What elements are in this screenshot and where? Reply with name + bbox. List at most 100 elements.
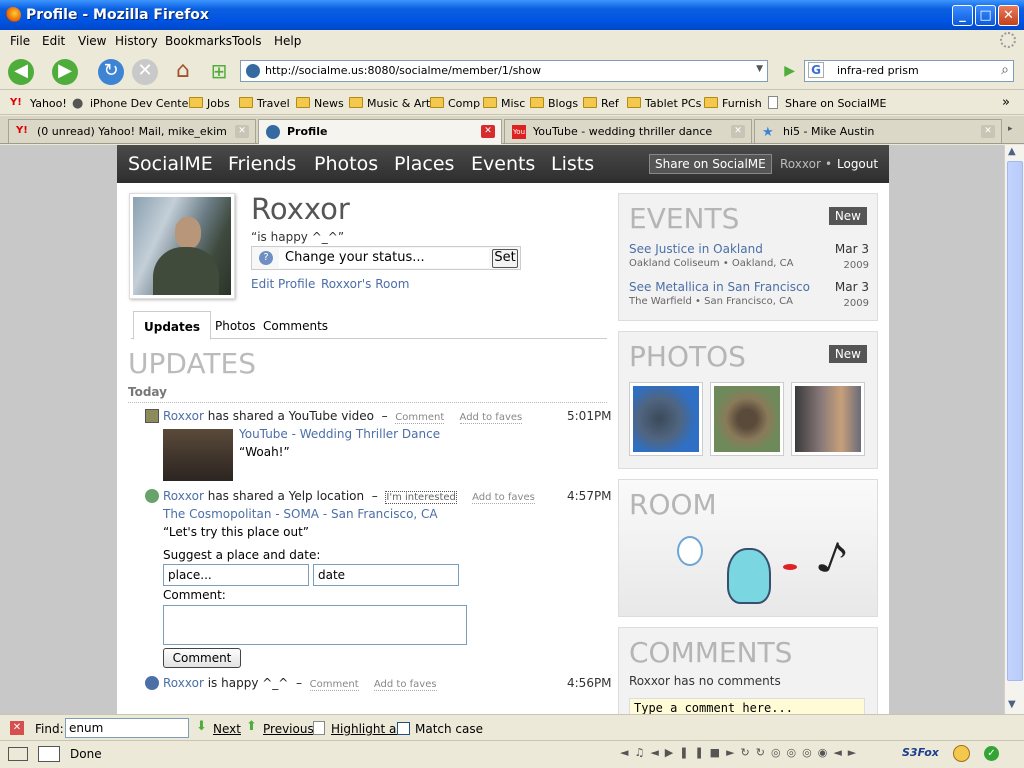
location-link[interactable]: The Cosmopolitan - SOMA - San Francisco,…: [163, 507, 438, 521]
go-icon[interactable]: ▶: [784, 63, 795, 79]
menu-history[interactable]: History: [115, 34, 158, 48]
close-tab-icon[interactable]: ✕: [235, 125, 249, 138]
tab-profile[interactable]: Profile ✕: [258, 119, 502, 144]
find-previous-button[interactable]: Previous: [263, 722, 314, 736]
bookmark-comp[interactable]: Comp: [430, 97, 480, 110]
bookmark-news[interactable]: News: [296, 97, 344, 110]
close-window-button[interactable]: ✕: [998, 5, 1019, 26]
search-input[interactable]: infra-red prism: [837, 64, 919, 77]
maximize-button[interactable]: □: [975, 5, 996, 26]
comment-textarea[interactable]: [163, 605, 467, 645]
event-title-link[interactable]: See Justice in Oakland: [629, 242, 869, 256]
chevron-right-icon[interactable]: »: [1002, 95, 1010, 110]
tab-youtube[interactable]: You YouTube - wedding thriller dance ✕: [504, 119, 752, 143]
bookmark-share[interactable]: Share on SocialME: [767, 96, 887, 110]
add-to-faves-link[interactable]: Add to faves: [373, 679, 437, 691]
new-event-button[interactable]: New: [828, 207, 867, 225]
search-icon[interactable]: ⌕: [1001, 62, 1009, 78]
comment-input[interactable]: Type a comment here...: [629, 698, 865, 714]
add-to-faves-link[interactable]: Add to faves: [472, 492, 535, 504]
home-icon[interactable]: ⌂: [170, 59, 196, 85]
new-photo-button[interactable]: New: [828, 345, 867, 363]
current-user[interactable]: Roxxor: [780, 157, 821, 171]
help-icon[interactable]: ?: [259, 251, 273, 265]
find-next-button[interactable]: Next: [213, 722, 241, 736]
place-input[interactable]: place...: [163, 564, 309, 586]
feed-user-link[interactable]: Roxxor: [163, 489, 204, 503]
close-tab-icon[interactable]: ✕: [481, 125, 495, 138]
interested-button[interactable]: I'm interested: [385, 491, 457, 504]
tab-yahoo-mail[interactable]: Y! (0 unread) Yahoo! Mail, mike_ekim ✕: [8, 119, 256, 143]
highlight-all-button[interactable]: Highlight all: [331, 722, 403, 736]
scroll-thumb[interactable]: [1007, 161, 1023, 681]
tab-list-icon[interactable]: ▸: [1008, 124, 1013, 134]
url-dropdown-icon[interactable]: ▼: [756, 64, 763, 74]
find-input[interactable]: enum: [65, 718, 189, 738]
set-status-button[interactable]: Set: [492, 249, 518, 268]
close-tab-icon[interactable]: ✕: [981, 125, 995, 138]
forward-icon[interactable]: ▶: [52, 59, 78, 85]
match-case-checkbox[interactable]: [397, 722, 410, 735]
add-to-faves-link[interactable]: Add to faves: [459, 412, 523, 424]
nav-lists[interactable]: Lists: [551, 153, 594, 175]
bookmark-yahoo[interactable]: Y! Yahoo!: [10, 97, 67, 110]
bookmark-ref[interactable]: Ref: [583, 97, 619, 110]
menu-tools[interactable]: Tools: [232, 34, 262, 48]
bookmark-blogs[interactable]: Blogs: [530, 97, 578, 110]
sidebar-toggle-icon[interactable]: [8, 747, 28, 761]
close-find-icon[interactable]: ✕: [10, 721, 24, 735]
media-controls-icon[interactable]: ◄♫◄▶❚❚■►↻↻◎◎◎◉◄►: [620, 746, 862, 759]
comment-submit-button[interactable]: Comment: [163, 648, 241, 668]
edit-profile-link[interactable]: Edit Profile: [251, 277, 315, 291]
photo-thumbnail[interactable]: [791, 382, 865, 456]
room-link[interactable]: Roxxor's Room: [321, 277, 409, 291]
google-icon[interactable]: G: [808, 62, 824, 78]
video-thumbnail[interactable]: [163, 429, 233, 481]
menu-bookmarks[interactable]: Bookmarks: [165, 34, 232, 48]
url-bar[interactable]: http://socialme.us:8080/socialme/member/…: [240, 60, 795, 82]
logout-link[interactable]: Logout: [837, 157, 878, 171]
bookmark-music[interactable]: Music & Art: [349, 97, 430, 110]
room-panel[interactable]: ROOM ♪: [618, 479, 878, 617]
avatar[interactable]: [129, 193, 235, 299]
nav-photos[interactable]: Photos: [314, 153, 378, 175]
photo-thumbnail[interactable]: [629, 382, 703, 456]
bookmark-furnish[interactable]: Furnish: [704, 97, 762, 110]
bookmark-jobs[interactable]: Jobs: [189, 97, 230, 110]
comment-link[interactable]: Comment: [309, 679, 359, 691]
menu-help[interactable]: Help: [274, 34, 301, 48]
status-input[interactable]: Change your status...: [279, 248, 489, 268]
stop-icon[interactable]: ✕: [132, 59, 158, 85]
new-tab-icon[interactable]: ⊞: [206, 59, 232, 85]
s3fox-label[interactable]: S3Fox: [902, 746, 939, 759]
tab-updates[interactable]: Updates: [133, 311, 212, 340]
photo-thumbnail[interactable]: [710, 382, 784, 456]
tab-hi5[interactable]: ★ hi5 - Mike Austin ✕: [754, 119, 1002, 143]
comment-link[interactable]: Comment: [395, 412, 445, 424]
scroll-down-icon[interactable]: ▼: [1008, 699, 1016, 710]
nav-events[interactable]: Events: [471, 153, 535, 175]
menu-view[interactable]: View: [78, 34, 106, 48]
video-title-link[interactable]: YouTube - Wedding Thriller Dance: [239, 427, 440, 441]
site-logo[interactable]: SocialME: [128, 153, 213, 175]
bookmark-tablet[interactable]: Tablet PCs: [627, 97, 701, 110]
bookmark-iphone[interactable]: ● iPhone Dev Center: [72, 96, 193, 111]
share-button[interactable]: Share on SocialME: [649, 154, 772, 174]
scroll-up-icon[interactable]: ▲: [1008, 146, 1016, 157]
smiley-icon[interactable]: [953, 745, 970, 762]
back-icon[interactable]: ◀: [8, 59, 34, 85]
nav-friends[interactable]: Friends: [228, 153, 296, 175]
bookmark-travel[interactable]: Travel: [239, 97, 290, 110]
menu-file[interactable]: File: [10, 34, 30, 48]
feed-user-link[interactable]: Roxxor: [163, 676, 204, 690]
close-tab-icon[interactable]: ✕: [731, 125, 745, 138]
search-bar[interactable]: G infra-red prism ⌕: [804, 60, 1014, 82]
date-input[interactable]: date: [313, 564, 459, 586]
event-title-link[interactable]: See Metallica in San Francisco: [629, 280, 869, 294]
nav-places[interactable]: Places: [394, 153, 454, 175]
tab-comments[interactable]: Comments: [263, 319, 328, 333]
menu-edit[interactable]: Edit: [42, 34, 65, 48]
bookmark-misc[interactable]: Misc: [483, 97, 525, 110]
feed-user-link[interactable]: Roxxor: [163, 409, 204, 423]
minimize-button[interactable]: _: [952, 5, 973, 26]
